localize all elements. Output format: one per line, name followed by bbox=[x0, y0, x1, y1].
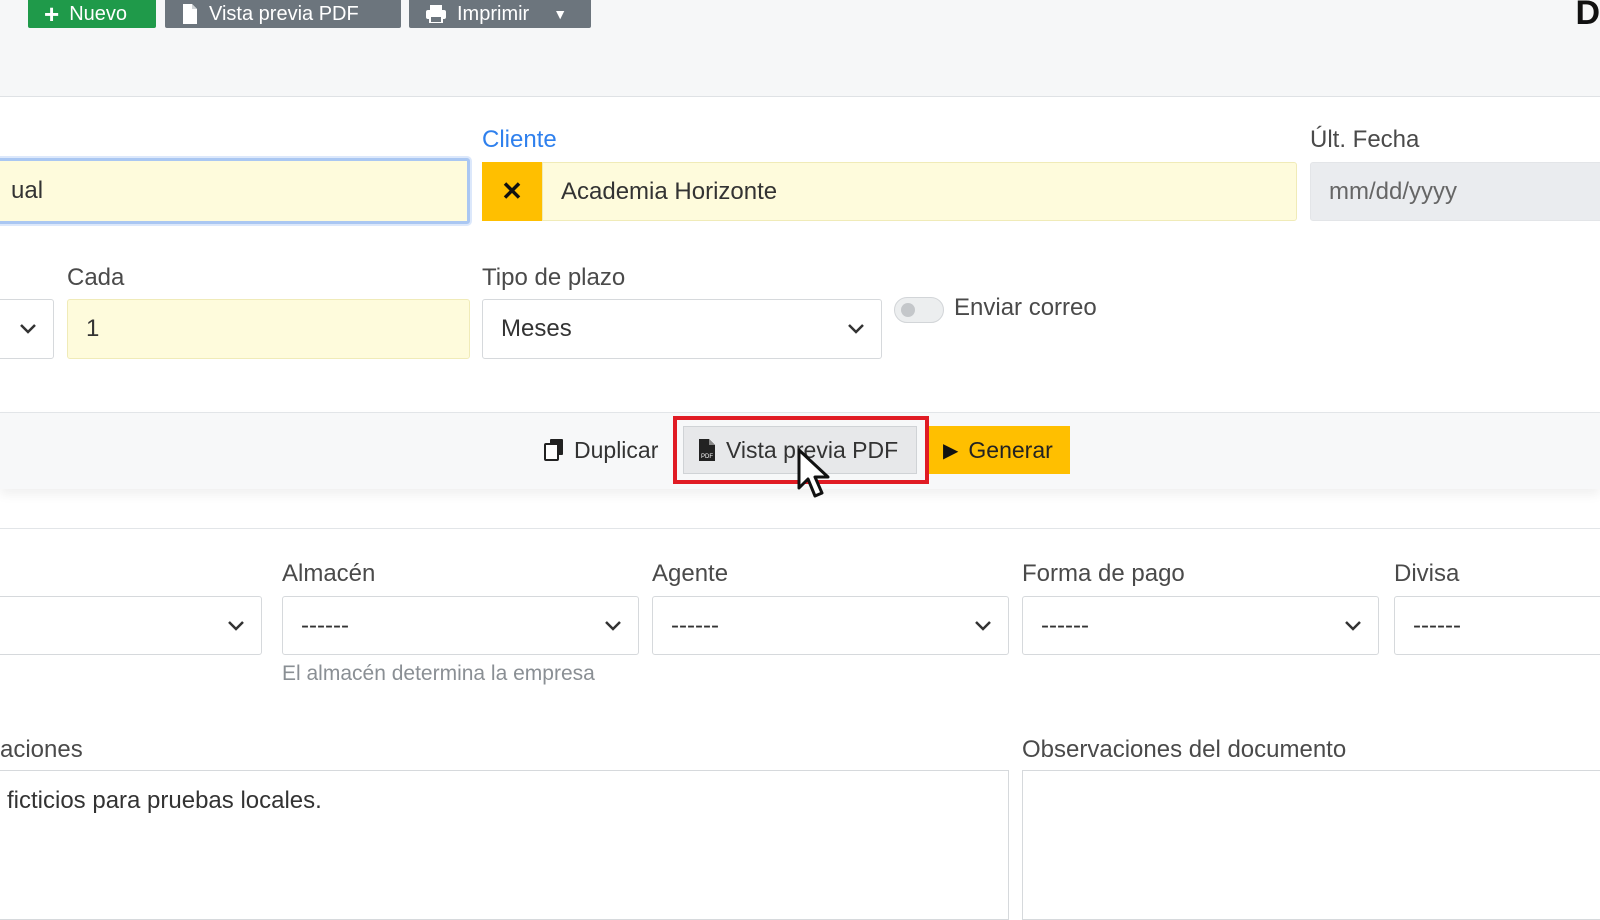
tipo-plazo-value: Meses bbox=[501, 315, 572, 342]
partial-detail-select[interactable] bbox=[0, 596, 262, 655]
printer-icon bbox=[426, 5, 446, 23]
last-date-input[interactable]: mm/dd/yyyy bbox=[1310, 162, 1600, 221]
clear-client-button[interactable]: ✕ bbox=[482, 162, 542, 221]
chevron-down-icon bbox=[848, 324, 864, 334]
client-input[interactable]: Academia Horizonte bbox=[542, 162, 1297, 221]
pdf-preview-top-label: Vista previa PDF bbox=[209, 2, 359, 25]
print-button-label: Imprimir bbox=[457, 2, 530, 25]
plus-icon: + bbox=[44, 0, 60, 29]
print-button[interactable]: Imprimir ▼ bbox=[409, 0, 591, 28]
copy-icon bbox=[544, 439, 563, 461]
send-email-toggle[interactable] bbox=[894, 297, 944, 323]
page-heading-partial: D bbox=[1575, 0, 1600, 32]
duplicate-label: Duplicar bbox=[574, 436, 659, 463]
mouse-cursor-icon bbox=[797, 448, 830, 498]
agente-select[interactable]: ------ bbox=[652, 596, 1009, 655]
close-icon: ✕ bbox=[501, 176, 523, 206]
tipo-plazo-select[interactable]: Meses bbox=[482, 299, 882, 359]
caret-down-icon[interactable]: ▼ bbox=[553, 6, 567, 22]
chevron-down-icon bbox=[1345, 620, 1361, 631]
section-divider bbox=[0, 528, 1600, 529]
divisa-select[interactable]: ------ bbox=[1394, 596, 1600, 655]
last-date-label: Últ. Fecha bbox=[1310, 126, 1420, 153]
duplicate-button[interactable]: Duplicar bbox=[530, 426, 672, 474]
toggle-knob bbox=[901, 303, 915, 317]
client-input-value: Academia Horizonte bbox=[561, 177, 778, 205]
chevron-down-icon bbox=[605, 620, 621, 631]
divisa-label: Divisa bbox=[1394, 560, 1460, 587]
cada-input-value: 1 bbox=[86, 315, 100, 342]
last-date-placeholder: mm/dd/yyyy bbox=[1329, 177, 1458, 205]
cada-label: Cada bbox=[67, 264, 125, 291]
chevron-down-icon bbox=[20, 324, 36, 334]
new-button[interactable]: + Nuevo bbox=[28, 0, 156, 28]
chevron-down-icon bbox=[228, 620, 244, 631]
forma-pago-label: Forma de pago bbox=[1022, 560, 1185, 587]
generate-label: Generar bbox=[968, 436, 1053, 463]
notes-right-textarea[interactable] bbox=[1022, 770, 1600, 920]
name-input-value: ual bbox=[11, 177, 44, 204]
new-button-label: Nuevo bbox=[69, 2, 127, 25]
forma-pago-select[interactable]: ------ bbox=[1022, 596, 1379, 655]
pdf-file-icon bbox=[183, 4, 197, 24]
tipo-plazo-label: Tipo de plazo bbox=[482, 264, 626, 291]
notes-right-label: Observaciones del documento bbox=[1022, 736, 1347, 763]
cada-input[interactable]: 1 bbox=[67, 299, 470, 359]
almacen-select[interactable]: ------ bbox=[282, 596, 639, 655]
forma-pago-value: ------ bbox=[1041, 611, 1089, 639]
notes-left-label: aciones bbox=[0, 736, 83, 763]
generate-button[interactable]: ▶ Generar bbox=[929, 426, 1070, 474]
partial-select[interactable] bbox=[0, 299, 54, 359]
almacen-value: ------ bbox=[301, 611, 349, 639]
pdf-preview-top-button[interactable]: Vista previa PDF bbox=[165, 0, 401, 28]
agente-label: Agente bbox=[652, 560, 729, 587]
almacen-label: Almacén bbox=[282, 560, 376, 587]
agente-value: ------ bbox=[671, 611, 719, 639]
name-input[interactable]: ual bbox=[0, 158, 470, 224]
notes-left-textarea[interactable]: ficticios para pruebas locales. bbox=[0, 770, 1009, 920]
play-icon: ▶ bbox=[943, 439, 959, 462]
chevron-down-icon bbox=[975, 620, 991, 631]
send-email-label: Enviar correo bbox=[954, 294, 1097, 321]
top-toolbar: + Nuevo Vista previa PDF Imprimir ▼ D bbox=[0, 0, 1600, 97]
almacen-help-text: El almacén determina la empresa bbox=[282, 662, 595, 685]
client-label[interactable]: Cliente bbox=[482, 126, 557, 154]
notes-left-text: ficticios para pruebas locales. bbox=[7, 787, 322, 814]
divisa-value: ------ bbox=[1413, 611, 1461, 639]
